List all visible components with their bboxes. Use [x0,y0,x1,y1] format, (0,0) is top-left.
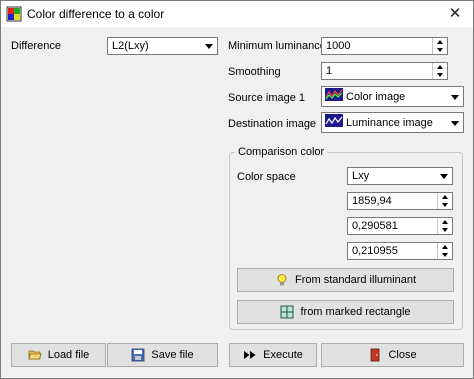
from-standard-illuminant-button[interactable]: From standard illuminant [237,268,454,292]
window-title: Color difference to a color [27,7,165,21]
chevron-down-icon[interactable] [201,38,217,54]
save-file-label: Save file [151,349,194,361]
chevron-down-icon[interactable] [447,115,463,131]
dialog-body: Difference L2(Lxy) Minimum luminance 100… [1,28,473,378]
fast-forward-icon [244,351,256,359]
spin-up-icon[interactable] [433,38,447,46]
comparison-value-3-spinbox[interactable]: 0,210955 [347,242,453,260]
lightbulb-icon [277,274,287,286]
difference-label: Difference [11,40,61,52]
marked-rectangle-icon [280,305,294,319]
execute-button[interactable]: Execute [229,343,317,367]
title-bar[interactable]: Color difference to a color ✕ [1,1,473,27]
min-luminance-value: 1000 [326,40,351,52]
chevron-down-icon[interactable] [436,168,452,184]
spin-up-icon[interactable] [433,63,447,71]
comparison-value-1: 1859,94 [352,195,392,207]
spin-up-icon[interactable] [438,193,452,201]
load-file-label: Load file [47,349,90,361]
execute-label: Execute [263,349,303,361]
spin-down-icon[interactable] [438,251,452,259]
smoothing-value: 1 [326,65,333,77]
save-file-button[interactable]: Save file [107,343,218,367]
spin-up-icon[interactable] [438,243,452,251]
source-image-select[interactable]: Color image [321,86,464,107]
source-image-value: Color image [346,91,406,103]
comparison-color-title: Comparison color [235,145,328,159]
spin-up-icon[interactable] [438,218,452,226]
smoothing-spinbox[interactable]: 1 [321,62,448,80]
luminance-image-icon [325,114,343,127]
source-image-label: Source image 1 [228,92,306,104]
comparison-value-2-spinbox[interactable]: 0,290581 [347,217,453,235]
min-luminance-spinbox[interactable]: 1000 [321,37,448,55]
app-icon [6,6,22,22]
color-space-value: Lxy [352,170,370,182]
difference-value: L2(Lxy) [112,40,149,52]
chevron-down-icon[interactable] [447,89,463,105]
smoothing-label: Smoothing [228,66,281,78]
spin-down-icon[interactable] [438,226,452,234]
min-luminance-label: Minimum luminance [228,40,326,52]
save-disk-icon [131,348,145,362]
comparison-value-3: 0,210955 [352,245,398,257]
from-marked-rectangle-button[interactable]: from marked rectangle [237,300,454,324]
destination-image-label: Destination image [228,118,317,130]
color-space-select[interactable]: Lxy [347,167,453,185]
spin-down-icon[interactable] [433,46,447,54]
comparison-value-2: 0,290581 [352,220,398,232]
difference-select[interactable]: L2(Lxy) [107,37,218,55]
exit-door-icon [371,348,380,362]
load-file-button[interactable]: Load file [11,343,106,367]
from-marked-rectangle-label: from marked rectangle [300,306,411,318]
window-close-button[interactable]: ✕ [437,1,473,27]
spin-down-icon[interactable] [433,71,447,79]
spin-down-icon[interactable] [438,201,452,209]
close-label: Close [388,349,417,361]
from-standard-illuminant-label: From standard illuminant [294,274,417,286]
color-image-icon [325,88,343,101]
comparison-value-1-spinbox[interactable]: 1859,94 [347,192,453,210]
destination-image-value: Luminance image [346,117,433,129]
dialog-window: Color difference to a color ✕ Difference… [0,0,474,379]
open-folder-icon [28,350,42,360]
close-button[interactable]: Close [321,343,464,367]
destination-image-select[interactable]: Luminance image [321,112,464,133]
color-space-label: Color space [237,171,296,183]
